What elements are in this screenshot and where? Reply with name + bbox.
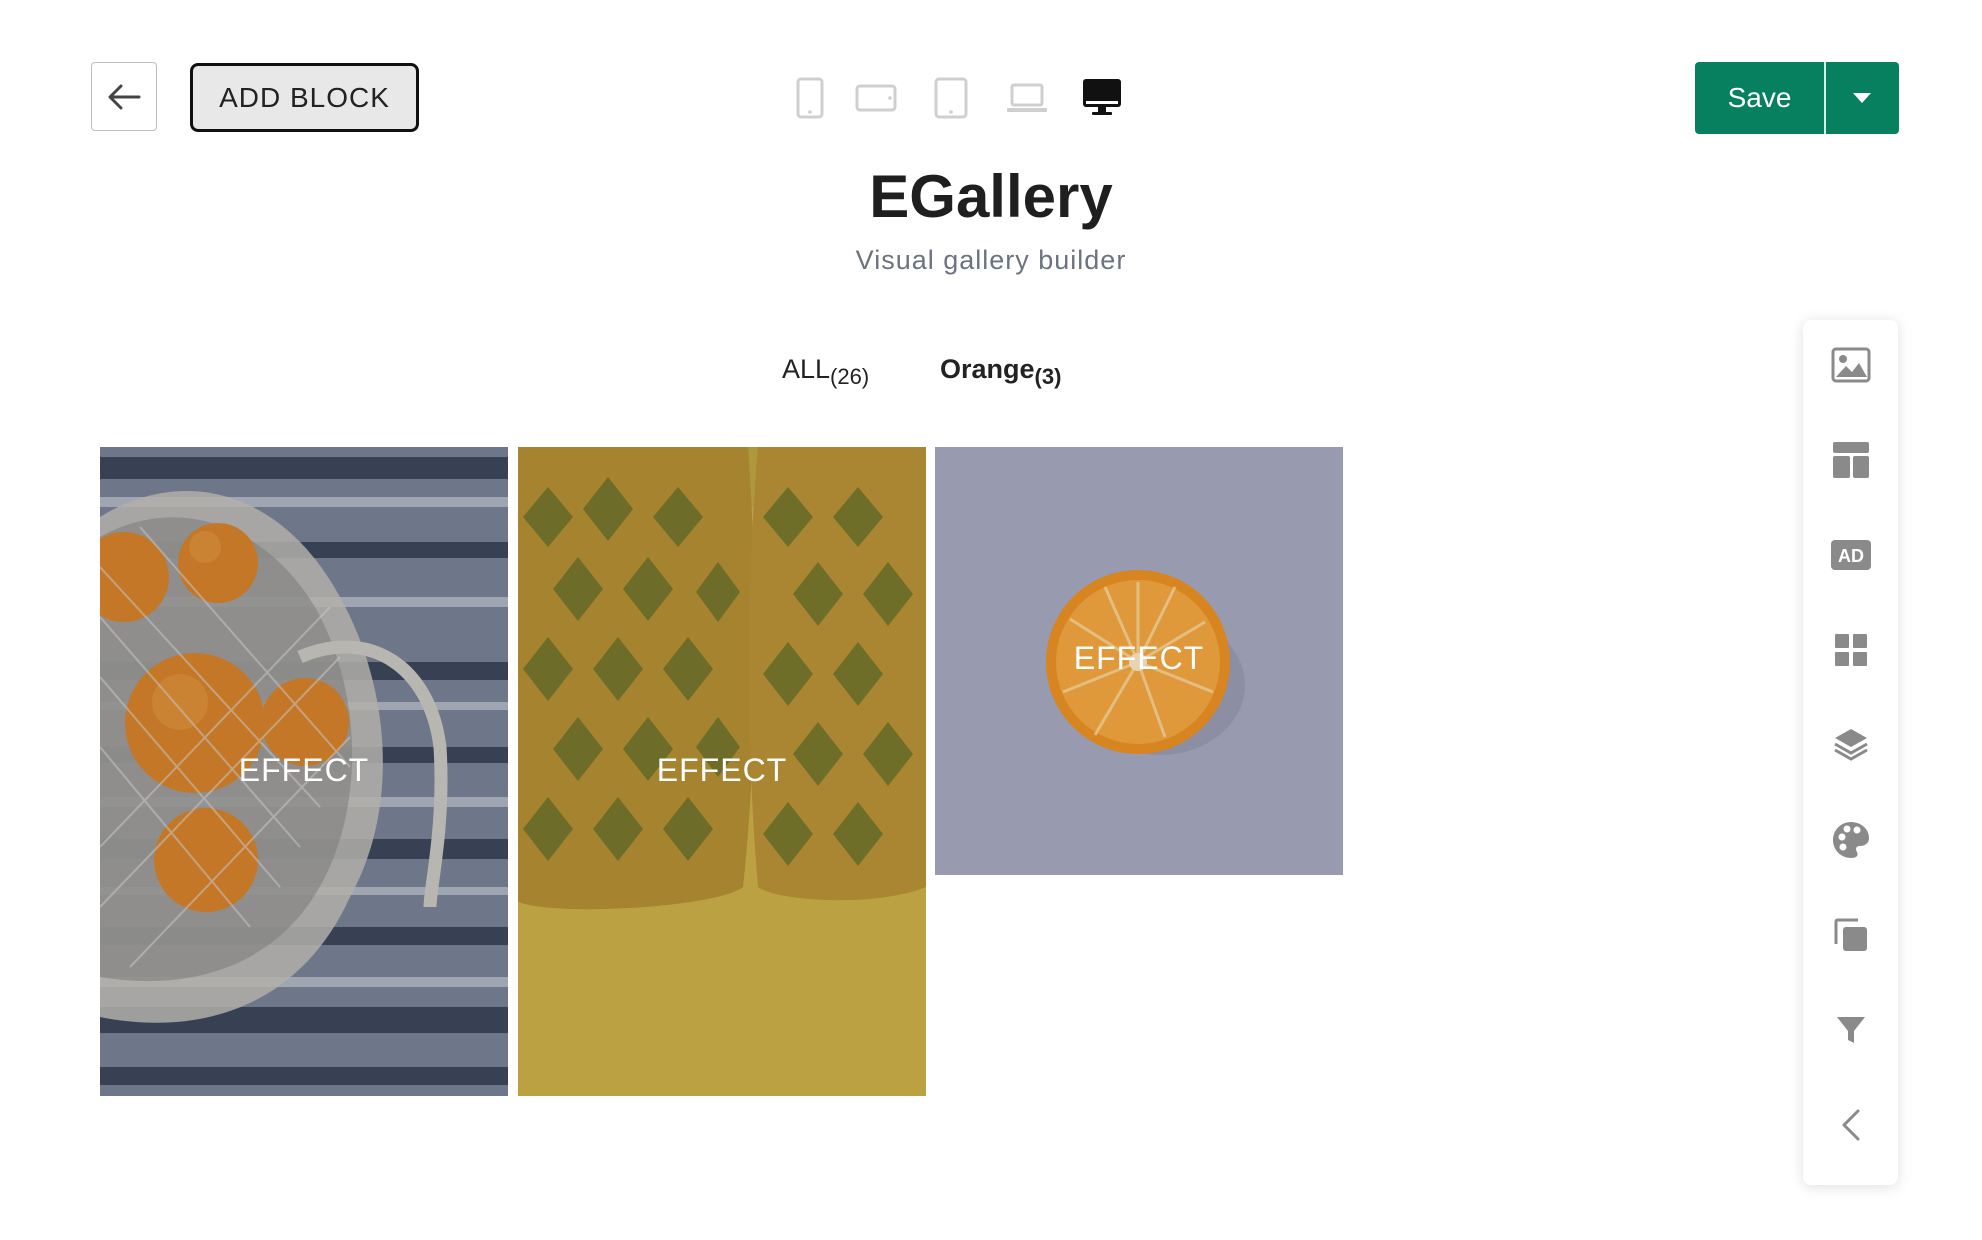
filter-all-count: (26) (830, 364, 870, 389)
filter-all[interactable]: ALL(26) (782, 354, 869, 389)
page-subtitle: Visual gallery builder (855, 245, 1127, 275)
caret-down-icon (1853, 93, 1872, 103)
tablet-icon[interactable] (930, 77, 972, 119)
filter-all-label: ALL (782, 354, 831, 384)
effect-label: EFFECT (238, 752, 370, 788)
save-button-group: Save (1695, 62, 1899, 134)
gallery-item[interactable]: EFFECT (518, 447, 926, 1096)
layout-icon[interactable] (1803, 430, 1898, 490)
layers-icon[interactable] (1803, 715, 1898, 775)
mobile-icon[interactable] (789, 77, 831, 119)
filter-orange-label: Orange (940, 354, 1035, 384)
laptop-icon[interactable] (1006, 77, 1048, 119)
image-icon[interactable] (1803, 335, 1898, 395)
effect-label: EFFECT (656, 752, 788, 788)
save-options-button[interactable] (1826, 62, 1900, 134)
ad-icon[interactable]: AD (1803, 525, 1898, 585)
collapse-icon[interactable] (1803, 1095, 1898, 1155)
effect-label: EFFECT (1073, 640, 1205, 676)
mobile-landscape-icon[interactable] (855, 77, 897, 119)
arrow-left-icon (108, 84, 141, 109)
grid-icon[interactable] (1803, 620, 1898, 680)
page-title: EGallery (869, 163, 1113, 230)
add-block-button[interactable]: ADD BLOCK (190, 63, 419, 132)
filter-orange[interactable]: Orange(3) (940, 354, 1061, 389)
gallery-item[interactable]: EFFECT (100, 447, 508, 1096)
ad-icon-text: AD (1838, 546, 1864, 566)
save-button[interactable]: Save (1695, 62, 1824, 134)
palette-icon[interactable] (1803, 810, 1898, 870)
copy-icon[interactable] (1803, 905, 1898, 965)
filter-icon[interactable] (1803, 1000, 1898, 1060)
block-toolbar: AD (1803, 320, 1898, 1185)
gallery-item[interactable]: EFFECT (935, 447, 1343, 875)
desktop-icon[interactable] (1081, 77, 1123, 119)
filter-orange-count: (3) (1034, 364, 1062, 389)
back-button[interactable] (91, 62, 157, 131)
